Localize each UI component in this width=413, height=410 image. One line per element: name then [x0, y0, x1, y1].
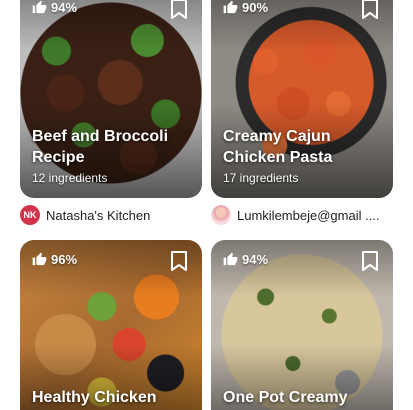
image-overlay: [211, 0, 393, 198]
rating-badge: 94%: [32, 0, 77, 15]
recipe-card-cajun-pasta[interactable]: 90% Creamy Cajun Chicken Pasta 17 ingred…: [211, 0, 393, 198]
recipe-title: Creamy Cajun Chicken Pasta: [223, 128, 333, 166]
recipe-author[interactable]: NK Natasha's Kitchen: [20, 205, 150, 225]
bookmark-icon[interactable]: [170, 0, 188, 20]
avatar: [211, 205, 231, 225]
ingredient-count: 12 ingredients: [32, 171, 108, 185]
recipe-author[interactable]: Lumkilembeje@gmail ....: [211, 205, 380, 225]
recipe-title: One Pot Creamy: [223, 389, 348, 406]
recipe-card-one-pot-creamy[interactable]: 94% One Pot Creamy: [211, 240, 393, 410]
recipe-title: Beef and Broccoli Recipe: [32, 128, 169, 166]
recipe-card-beef-broccoli[interactable]: 94% Beef and Broccoli Recipe 12 ingredie…: [20, 0, 202, 198]
thumbs-up-icon: [223, 0, 238, 14]
thumbs-up-icon: [32, 0, 47, 14]
bookmark-icon[interactable]: [361, 0, 379, 20]
ingredient-count: 17 ingredients: [223, 171, 299, 185]
rating-badge: 90%: [223, 0, 268, 15]
bookmark-icon[interactable]: [361, 250, 379, 272]
author-name: Lumkilembeje@gmail ....: [237, 207, 380, 223]
rating-badge: 96%: [32, 252, 77, 267]
rating-value: 90%: [242, 0, 269, 15]
author-name: Natasha's Kitchen: [46, 207, 151, 223]
avatar: NK: [20, 205, 40, 225]
rating-value: 94%: [242, 252, 269, 267]
rating-badge: 94%: [223, 252, 268, 267]
recipe-card-healthy-chicken[interactable]: 96% Healthy Chicken: [20, 240, 202, 410]
recipe-title: Healthy Chicken: [32, 389, 157, 406]
rating-value: 96%: [51, 252, 78, 267]
thumbs-up-icon: [223, 252, 238, 266]
thumbs-up-icon: [32, 252, 47, 266]
image-overlay: [20, 0, 202, 198]
bookmark-icon[interactable]: [170, 250, 188, 272]
rating-value: 94%: [51, 0, 78, 15]
